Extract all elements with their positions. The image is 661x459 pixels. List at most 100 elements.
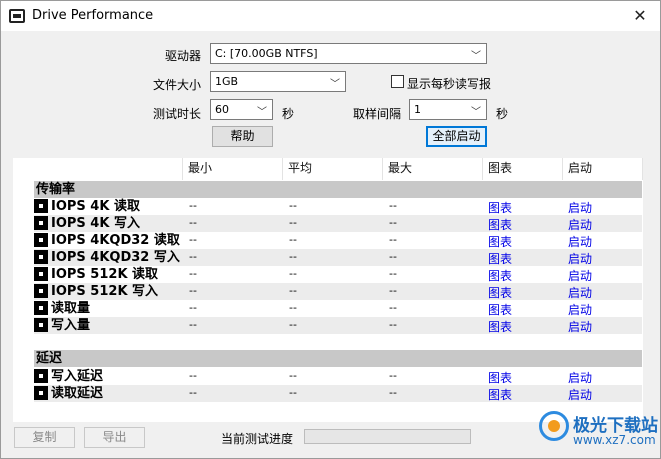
start-link[interactable]: 启动 bbox=[568, 267, 592, 284]
start-link[interactable]: 启动 bbox=[568, 199, 592, 216]
row-avg: -- bbox=[289, 386, 297, 399]
header-divider bbox=[642, 158, 643, 180]
header-divider bbox=[482, 158, 483, 180]
chart-link[interactable]: 图表 bbox=[488, 318, 512, 335]
close-button[interactable]: ✕ bbox=[620, 1, 660, 31]
test-checkbox[interactable] bbox=[34, 284, 48, 298]
table-row: IOPS 4KQD32 写入 -- -- -- 图表 启动 bbox=[34, 249, 642, 266]
start-link[interactable]: 启动 bbox=[568, 250, 592, 267]
column-header-max: 最大 bbox=[388, 161, 413, 175]
table-row: 写入量 -- -- -- 图表 启动 bbox=[34, 317, 642, 334]
row-max: -- bbox=[389, 386, 397, 399]
chevron-down-icon: ﹀ bbox=[330, 79, 340, 90]
duration-select[interactable]: 60 ﹀ bbox=[210, 99, 273, 120]
interval-unit: 秒 bbox=[496, 107, 509, 121]
copy-button[interactable]: 复制 bbox=[14, 427, 75, 448]
row-avg: -- bbox=[289, 250, 297, 263]
test-checkbox[interactable] bbox=[34, 233, 48, 247]
duration-select-value: 60 bbox=[215, 103, 229, 116]
app-icon bbox=[9, 9, 25, 23]
chart-link[interactable]: 图表 bbox=[488, 369, 512, 386]
start-link[interactable]: 启动 bbox=[568, 318, 592, 335]
row-max: -- bbox=[389, 301, 397, 314]
row-max: -- bbox=[389, 250, 397, 263]
start-all-button[interactable]: 全部启动 bbox=[426, 126, 487, 147]
close-icon: ✕ bbox=[633, 6, 647, 25]
test-checkbox[interactable] bbox=[34, 386, 48, 400]
start-link[interactable]: 启动 bbox=[568, 216, 592, 233]
row-max: -- bbox=[389, 216, 397, 229]
row-min: -- bbox=[189, 318, 197, 331]
test-checkbox[interactable] bbox=[34, 216, 48, 230]
chart-link[interactable]: 图表 bbox=[488, 233, 512, 250]
test-checkbox[interactable] bbox=[34, 301, 48, 315]
show-rw-checkbox[interactable] bbox=[391, 75, 404, 88]
row-max: -- bbox=[389, 369, 397, 382]
chart-link[interactable]: 图表 bbox=[488, 284, 512, 301]
chevron-down-icon: ﹀ bbox=[471, 107, 481, 118]
start-link[interactable]: 启动 bbox=[568, 284, 592, 301]
start-link[interactable]: 启动 bbox=[568, 369, 592, 386]
row-name: 读取量 bbox=[51, 301, 91, 316]
drive-select[interactable]: C: [70.00GB NTFS] ﹀ bbox=[210, 43, 487, 64]
test-checkbox[interactable] bbox=[34, 250, 48, 264]
drive-select-value: C: [70.00GB NTFS] bbox=[215, 47, 318, 60]
test-checkbox[interactable] bbox=[34, 318, 48, 332]
help-button[interactable]: 帮助 bbox=[212, 126, 273, 147]
row-min: -- bbox=[189, 199, 197, 212]
filesize-select-value: 1GB bbox=[215, 75, 239, 88]
export-button[interactable]: 导出 bbox=[84, 427, 145, 448]
row-avg: -- bbox=[289, 318, 297, 331]
watermark: 极光下载站 www.xz7.com bbox=[539, 409, 659, 457]
table-row: IOPS 4K 读取 -- -- -- 图表 启动 bbox=[34, 198, 642, 215]
start-link[interactable]: 启动 bbox=[568, 386, 592, 403]
column-header-avg: 平均 bbox=[288, 161, 313, 175]
row-min: -- bbox=[189, 301, 197, 314]
test-checkbox[interactable] bbox=[34, 267, 48, 281]
test-checkbox[interactable] bbox=[34, 369, 48, 383]
row-min: -- bbox=[189, 284, 197, 297]
test-checkbox[interactable] bbox=[34, 199, 48, 213]
row-avg: -- bbox=[289, 369, 297, 382]
progress-label: 当前测试进度 bbox=[221, 432, 294, 446]
header-divider bbox=[382, 158, 383, 180]
chart-link[interactable]: 图表 bbox=[488, 301, 512, 318]
row-name: 写入延迟 bbox=[51, 369, 104, 384]
watermark-logo-icon bbox=[539, 411, 569, 441]
chart-link[interactable]: 图表 bbox=[488, 199, 512, 216]
row-name: IOPS 4KQD32 读取 bbox=[51, 233, 180, 248]
filesize-label: 文件大小 bbox=[152, 78, 201, 92]
start-link[interactable]: 启动 bbox=[568, 301, 592, 318]
duration-unit: 秒 bbox=[282, 107, 295, 121]
row-max: -- bbox=[389, 267, 397, 280]
row-name: 写入量 bbox=[51, 318, 91, 333]
table-row: IOPS 512K 读取 -- -- -- 图表 启动 bbox=[34, 266, 642, 283]
filesize-select[interactable]: 1GB ﹀ bbox=[210, 71, 346, 92]
table-row: 读取量 -- -- -- 图表 启动 bbox=[34, 300, 642, 317]
chart-link[interactable]: 图表 bbox=[488, 267, 512, 284]
start-link[interactable]: 启动 bbox=[568, 233, 592, 250]
chart-link[interactable]: 图表 bbox=[488, 386, 512, 403]
row-name: 读取延迟 bbox=[51, 386, 104, 401]
table-row: IOPS 4KQD32 读取 -- -- -- 图表 启动 bbox=[34, 232, 642, 249]
row-avg: -- bbox=[289, 233, 297, 246]
chart-link[interactable]: 图表 bbox=[488, 250, 512, 267]
row-max: -- bbox=[389, 199, 397, 212]
interval-select[interactable]: 1 ﹀ bbox=[409, 99, 487, 120]
row-name: IOPS 4KQD32 写入 bbox=[51, 250, 180, 265]
row-avg: -- bbox=[289, 216, 297, 229]
row-min: -- bbox=[189, 250, 197, 263]
row-max: -- bbox=[389, 233, 397, 246]
row-avg: -- bbox=[289, 301, 297, 314]
row-avg: -- bbox=[289, 267, 297, 280]
chart-link[interactable]: 图表 bbox=[488, 216, 512, 233]
row-name: IOPS 4K 读取 bbox=[51, 199, 140, 214]
row-name: IOPS 4K 写入 bbox=[51, 216, 140, 231]
row-min: -- bbox=[189, 267, 197, 280]
section-latency: 延迟 bbox=[34, 350, 642, 367]
test-progress-bar bbox=[304, 429, 471, 444]
row-min: -- bbox=[189, 216, 197, 229]
drive-performance-window: Drive Performance ✕ 驱动器 C: [70.00GB NTFS… bbox=[0, 0, 661, 459]
header-divider bbox=[562, 158, 563, 180]
row-name: IOPS 512K 写入 bbox=[51, 284, 159, 299]
